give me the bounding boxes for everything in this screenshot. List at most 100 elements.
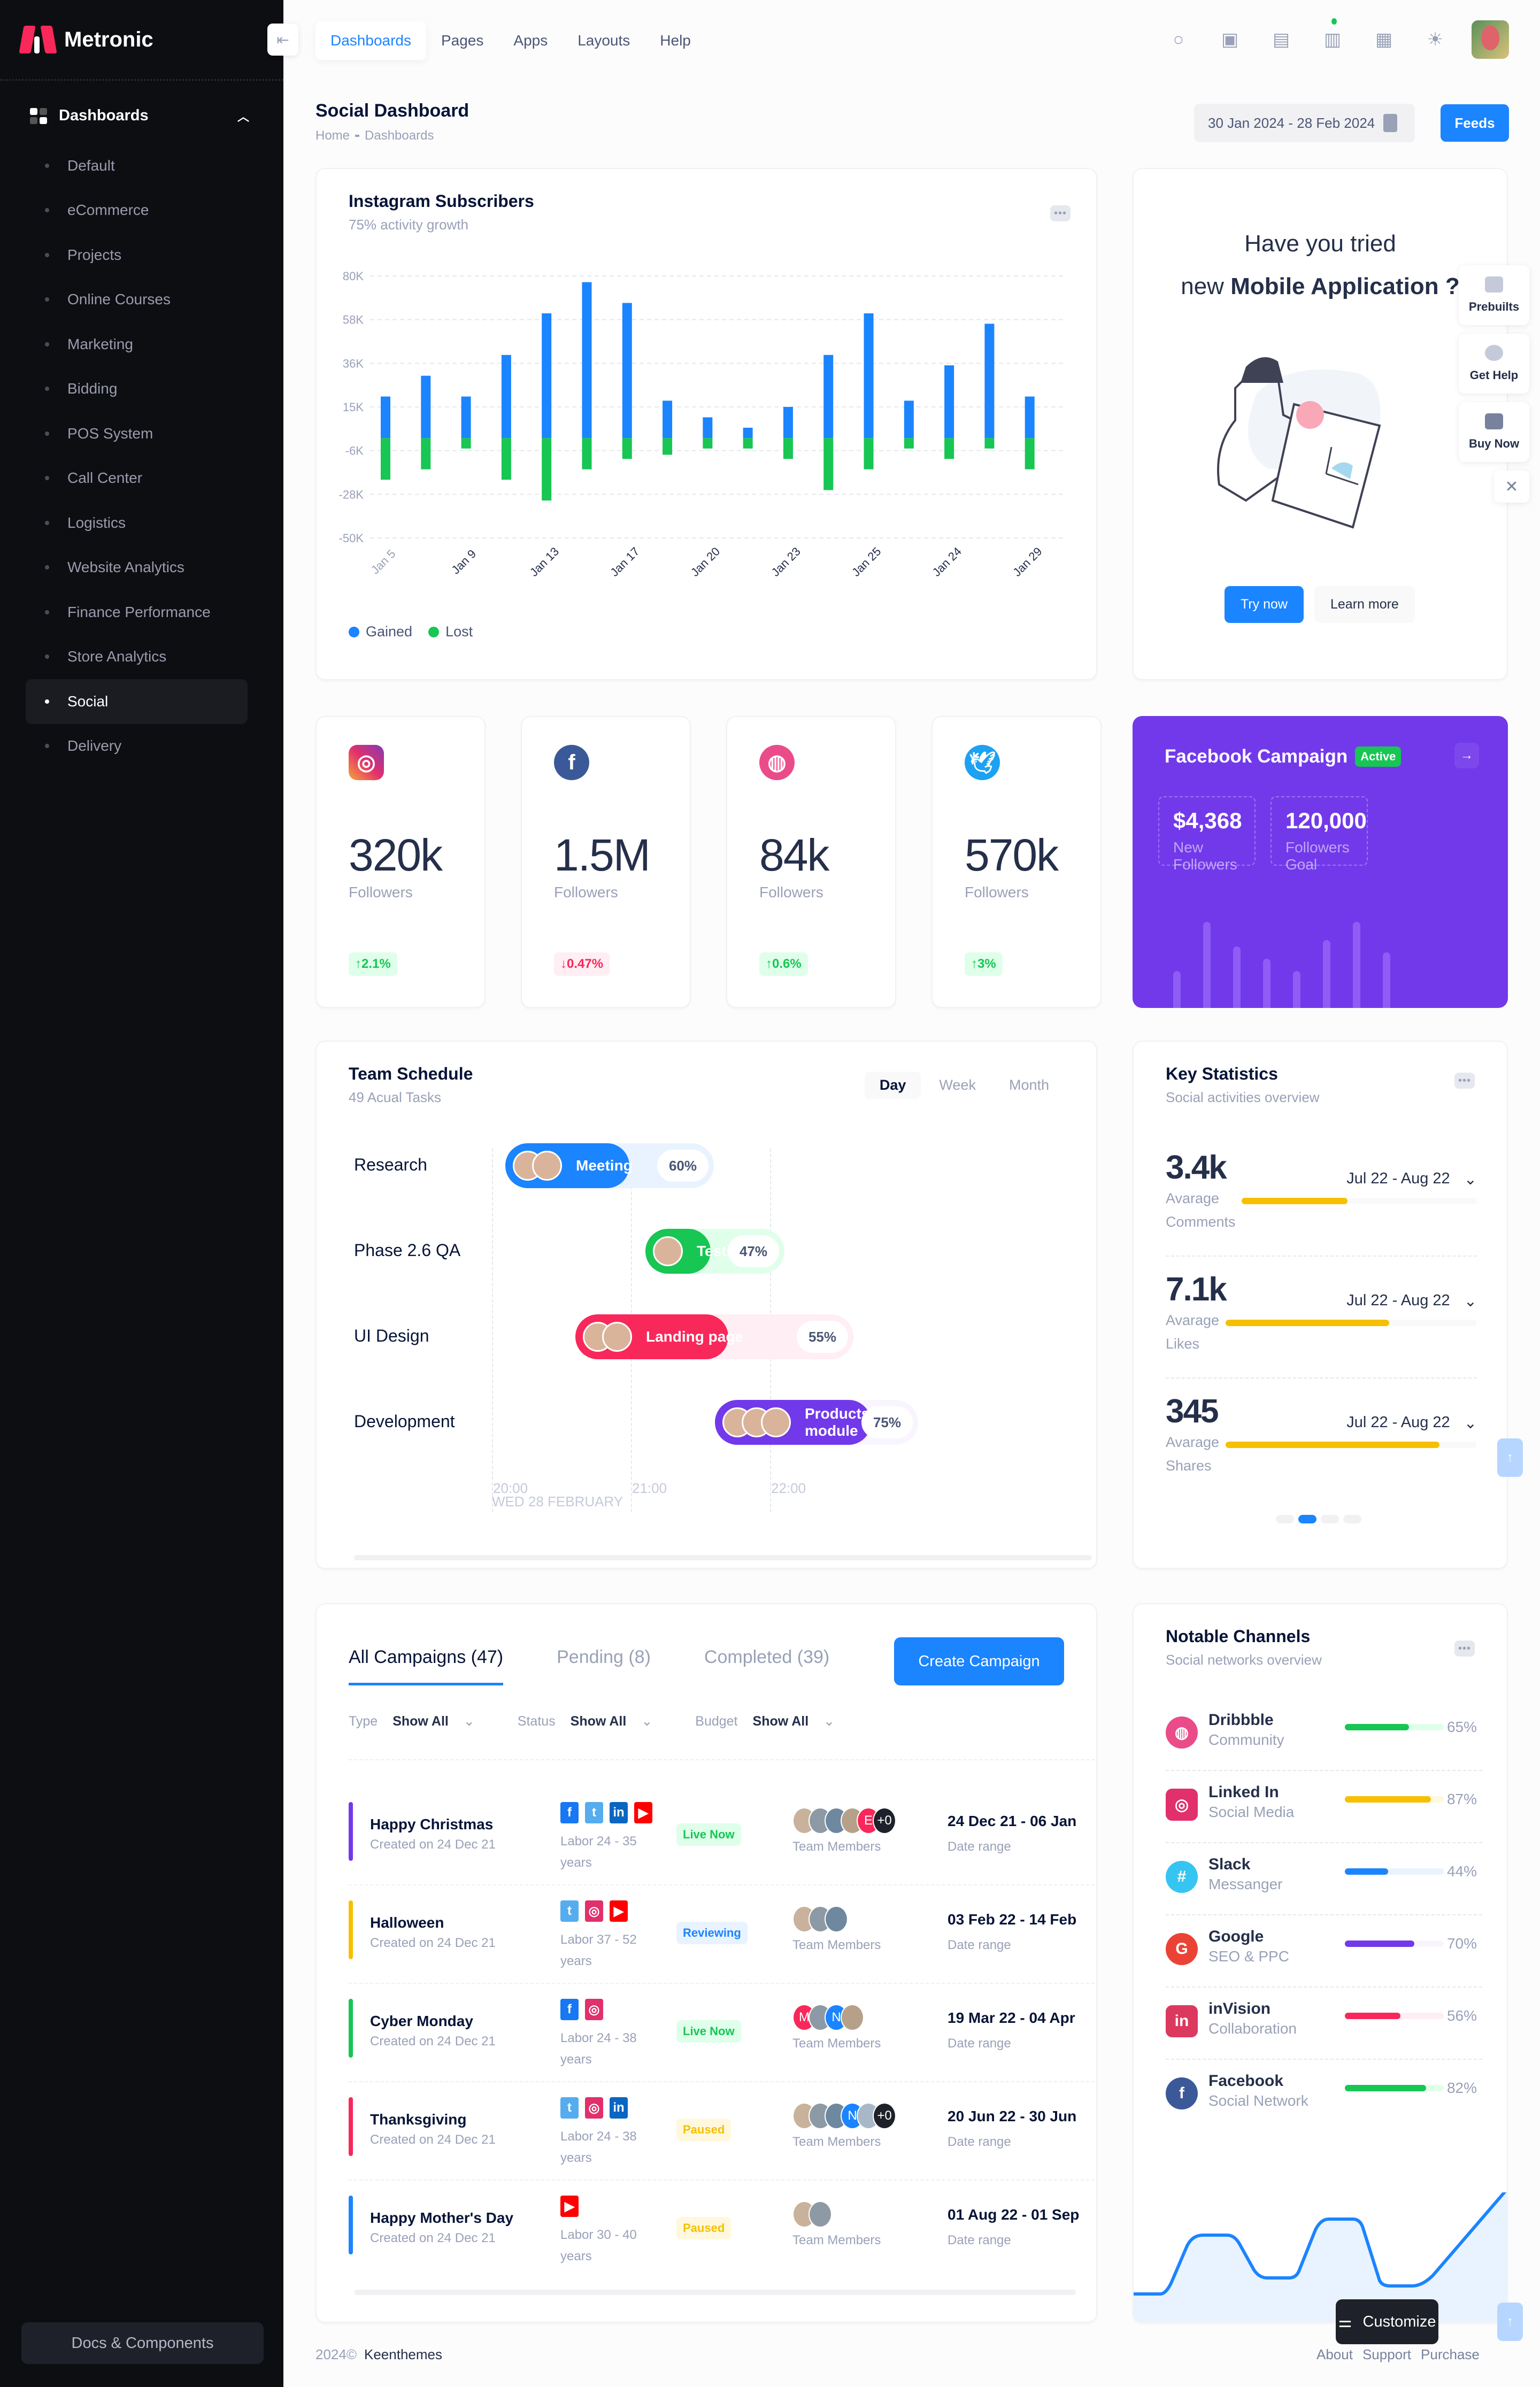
date-range-dropdown[interactable]: Jul 22 - Aug 22 ⌄	[1346, 1292, 1477, 1311]
fb-campaign-open-button[interactable]: →	[1454, 743, 1479, 768]
lost-bar[interactable]	[381, 438, 390, 480]
notifications-icon[interactable]: ▥	[1320, 18, 1345, 52]
pager-dot[interactable]	[1343, 1515, 1361, 1523]
close-floating-button[interactable]: ✕	[1494, 471, 1529, 503]
scroll-to-top-button[interactable]: ↑	[1497, 2303, 1523, 2341]
sidebar-item-social[interactable]: Social	[26, 679, 248, 724]
sidebar-item-projects[interactable]: Projects	[26, 233, 248, 278]
campaign-row[interactable]: Happy Christmas Created on 24 Dec 21 f t in ▶…	[349, 1786, 1096, 1884]
sidebar-item-website-analytics[interactable]: Website Analytics	[26, 545, 248, 590]
sidebar-item-ecommerce[interactable]: eCommerce	[26, 188, 248, 233]
date-range-dropdown[interactable]: Jul 22 - Aug 22 ⌄	[1346, 1414, 1477, 1433]
sidebar-item-finance-performance[interactable]: Finance Performance	[26, 590, 248, 635]
campaign-tab[interactable]: Pending (8)	[557, 1647, 651, 1685]
more-options-button[interactable]: •••	[1454, 1073, 1475, 1089]
campaign-row[interactable]: Cyber Monday Created on 24 Dec 21 f ◎ Labor …	[349, 1983, 1096, 2081]
filter-budget[interactable]: Budget Show All ⌄	[695, 1713, 835, 1729]
campaign-row[interactable]: Thanksgiving Created on 24 Dec 21 t ◎ in Labo…	[349, 2081, 1096, 2180]
gained-bar[interactable]	[984, 324, 995, 438]
gained-bar[interactable]	[381, 396, 390, 438]
breadcrumb-home[interactable]: Home	[315, 128, 350, 143]
channel-item[interactable]: # Slack Messanger 44%	[1166, 1855, 1477, 1909]
campaign-name[interactable]: Cyber Monday	[370, 2013, 473, 2030]
sidebar-item-bidding[interactable]: Bidding	[26, 367, 248, 412]
campaign-name[interactable]: Happy Christmas	[370, 1816, 493, 1833]
sidebar-item-online-courses[interactable]: Online Courses	[26, 278, 248, 322]
schedule-tab-week[interactable]: Week	[924, 1072, 991, 1099]
lost-bar[interactable]	[663, 438, 673, 455]
pager-dot[interactable]	[1276, 1515, 1294, 1523]
sidebar-item-logistics[interactable]: Logistics	[26, 500, 248, 545]
gained-bar[interactable]	[501, 355, 511, 438]
lost-bar[interactable]	[542, 438, 552, 500]
nav-tab-apps[interactable]: Apps	[498, 21, 563, 60]
date-range-dropdown[interactable]: Jul 22 - Aug 22 ⌄	[1346, 1170, 1477, 1189]
sidebar-item-delivery[interactable]: Delivery	[26, 724, 248, 769]
date-range-picker[interactable]: 30 Jan 2024 - 28 Feb 2024	[1194, 104, 1415, 142]
breadcrumb-dashboards[interactable]: Dashboards	[365, 128, 434, 143]
sidebar-item-store-analytics[interactable]: Store Analytics	[26, 635, 248, 680]
get-help-button[interactable]: Get Help	[1459, 334, 1529, 394]
lost-bar[interactable]	[823, 438, 834, 490]
search-icon[interactable]: ○	[1166, 27, 1191, 52]
sidebar-section-dashboards[interactable]: Dashboards ︿	[30, 107, 249, 125]
channel-item[interactable]: ◎ Linked In Social Media 87%	[1166, 1783, 1477, 1837]
try-now-button[interactable]: Try now	[1225, 586, 1304, 623]
schedule-task-bar[interactable]: Testing 47%	[645, 1229, 784, 1274]
gained-bar[interactable]	[663, 401, 673, 438]
lost-bar[interactable]	[944, 438, 954, 459]
notes-icon[interactable]: ▤	[1268, 27, 1294, 52]
lost-bar[interactable]	[582, 438, 592, 469]
table-horizontal-scrollbar[interactable]	[354, 2290, 1076, 2295]
prebuilts-button[interactable]: Prebuilts	[1459, 265, 1529, 325]
gained-bar[interactable]	[823, 355, 834, 438]
docs-components-button[interactable]: Docs & Components	[21, 2322, 264, 2364]
create-campaign-button[interactable]: Create Campaign	[894, 1637, 1064, 1685]
lost-bar[interactable]	[421, 438, 431, 469]
lost-bar[interactable]	[622, 438, 632, 459]
channel-item[interactable]: G Google SEO & PPC 70%	[1166, 1928, 1477, 1981]
scroll-up-button[interactable]: ↑	[1497, 1438, 1523, 1477]
campaign-name[interactable]: Happy Mother's Day	[370, 2209, 513, 2227]
feeds-button[interactable]: Feeds	[1441, 104, 1509, 142]
pager-dot[interactable]	[1321, 1515, 1339, 1523]
lost-bar[interactable]	[703, 438, 713, 449]
apps-grid-icon[interactable]: ▦	[1371, 27, 1397, 52]
nav-tab-dashboards[interactable]: Dashboards	[315, 21, 426, 60]
logo[interactable]: Metronic	[19, 26, 153, 53]
channel-item[interactable]: ◍ Dribbble Community 65%	[1166, 1711, 1477, 1765]
lost-bar[interactable]	[864, 438, 874, 469]
learn-more-button[interactable]: Learn more	[1314, 586, 1415, 623]
user-avatar[interactable]	[1472, 20, 1509, 59]
lost-bar[interactable]	[743, 438, 753, 449]
channel-item[interactable]: in inVision Collaboration 56%	[1166, 2000, 1477, 2053]
nav-tab-pages[interactable]: Pages	[426, 21, 498, 60]
footer-link-purchase[interactable]: Purchase	[1421, 2346, 1480, 2363]
schedule-task-bar[interactable]: Meeting 60%	[505, 1143, 714, 1188]
filter-type[interactable]: Type Show All ⌄	[349, 1713, 475, 1729]
nav-tab-layouts[interactable]: Layouts	[563, 21, 645, 60]
schedule-task-bar[interactable]: Landing page 55%	[575, 1314, 853, 1359]
gained-bar[interactable]	[622, 303, 632, 438]
lost-bar[interactable]	[984, 438, 995, 449]
campaign-row[interactable]: Halloween Created on 24 Dec 21 t ◎ ▶ Labor 37…	[349, 1884, 1096, 1983]
schedule-tab-month[interactable]: Month	[994, 1072, 1064, 1099]
more-options-button[interactable]: •••	[1454, 1641, 1475, 1657]
lost-bar[interactable]	[904, 438, 914, 449]
gained-bar[interactable]	[1025, 396, 1035, 438]
channel-item[interactable]: f Facebook Social Network 82%	[1166, 2072, 1477, 2126]
campaign-tab[interactable]: Completed (39)	[704, 1647, 829, 1685]
footer-link-about[interactable]: About	[1316, 2346, 1353, 2363]
lost-bar[interactable]	[461, 438, 471, 449]
schedule-task-bar[interactable]: Products module 75%	[715, 1400, 918, 1445]
pager-dot[interactable]	[1298, 1515, 1316, 1523]
horizontal-scrollbar[interactable]	[354, 1555, 1092, 1560]
gained-bar[interactable]	[783, 407, 793, 438]
customize-button[interactable]: ⚌ Customize	[1336, 2299, 1438, 2344]
gained-bar[interactable]	[461, 396, 471, 438]
sidebar-item-pos-system[interactable]: POS System	[26, 411, 248, 456]
gained-bar[interactable]	[703, 417, 713, 438]
campaign-name[interactable]: Thanksgiving	[370, 2111, 466, 2128]
nav-tab-help[interactable]: Help	[645, 21, 706, 60]
footer-company-link[interactable]: Keenthemes	[364, 2346, 442, 2362]
